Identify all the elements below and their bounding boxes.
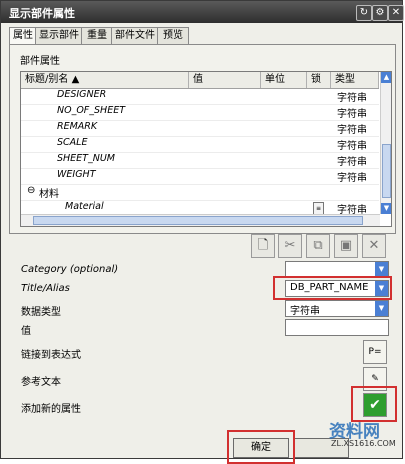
group-title: 部件属性	[20, 56, 60, 67]
reference-text-label: 参考文本	[21, 377, 61, 388]
h-scroll-thumb[interactable]	[33, 216, 363, 225]
row-type: 字符串	[337, 157, 367, 168]
tab-attributes[interactable]: 属性	[9, 27, 37, 45]
vertical-scrollbar[interactable]: ▲ ▼	[380, 72, 391, 214]
table-row[interactable]: SCALE 字符串	[21, 136, 379, 153]
collapse-icon[interactable]: ⊖	[27, 185, 35, 196]
tab-preview[interactable]: 预览	[157, 27, 189, 44]
row-type: 字符串	[337, 93, 367, 104]
value-input[interactable]	[285, 319, 389, 336]
highlight-box	[227, 430, 295, 464]
link-expression-label: 链接到表达式	[21, 350, 81, 361]
table-header: 标题/别名 ▲ 值 单位 锁 类型	[21, 72, 379, 89]
table-row[interactable]: REMARK 字符串	[21, 120, 379, 137]
part-attributes-dialog: 显示部件属性 ↻ ⚙ ✕ 属性 显示部件 重量 部件文件 预览 部件属性 标题/…	[0, 0, 404, 464]
copy-icon[interactable]: ⧉	[306, 234, 330, 258]
column-header-value[interactable]: 值	[189, 72, 261, 88]
row-title: WEIGHT	[57, 169, 96, 180]
column-header-type[interactable]: 类型	[331, 72, 379, 88]
row-title: DESIGNER	[57, 89, 107, 100]
table-row[interactable]: WEIGHT 字符串	[21, 168, 379, 185]
highlight-box	[273, 276, 392, 300]
scroll-up-icon[interactable]: ▲	[381, 72, 391, 83]
column-header-lock[interactable]: 锁	[307, 72, 331, 88]
chevron-down-icon[interactable]: ▼	[375, 262, 388, 277]
row-type: 字符串	[337, 173, 367, 184]
close-icon[interactable]: ✕	[388, 5, 404, 21]
gear-icon[interactable]: ⚙	[372, 5, 388, 21]
row-title: SHEET_NUM	[57, 153, 115, 164]
row-title: REMARK	[57, 121, 98, 132]
watermark-url: ZL.XS1616.COM	[331, 439, 396, 448]
value-label: 值	[21, 326, 31, 337]
scroll-thumb[interactable]	[382, 144, 391, 198]
column-header-title[interactable]: 标题/别名 ▲	[21, 72, 189, 88]
horizontal-scrollbar[interactable]	[21, 214, 380, 226]
window-title: 显示部件属性	[9, 7, 75, 20]
row-type: 字符串	[337, 141, 367, 152]
column-header-unit[interactable]: 单位	[261, 72, 307, 88]
new-attribute-icon[interactable]: 🗋	[251, 234, 275, 258]
delete-icon[interactable]: ✕	[362, 234, 386, 258]
paste-icon[interactable]: ▣	[334, 234, 358, 258]
expression-icon[interactable]: P=	[363, 340, 387, 364]
row-title: SCALE	[57, 137, 88, 148]
data-type-select[interactable]: 字符串 ▼	[285, 300, 389, 317]
attributes-table: 标题/别名 ▲ 值 单位 锁 类型 DESIGNER 字符串 NO_OF_SHE…	[20, 71, 392, 227]
tab-part-file[interactable]: 部件文件	[111, 27, 159, 44]
add-attribute-label: 添加新的属性	[21, 404, 81, 415]
row-title: NO_OF_SHEET	[57, 105, 126, 116]
category-row[interactable]: ⊖ 材料	[21, 184, 379, 201]
category-label: Category (optional)	[21, 264, 119, 275]
row-title: Material	[65, 201, 104, 212]
title-bar: 显示部件属性 ↻ ⚙ ✕	[1, 1, 404, 23]
cut-icon[interactable]: ✂	[278, 234, 302, 258]
sort-ascending-icon: ▲	[71, 74, 80, 85]
reset-icon[interactable]: ↻	[356, 5, 372, 21]
attributes-panel: 部件属性 标题/别名 ▲ 值 单位 锁 类型 DESIGNER 字符串 NO_O…	[9, 44, 396, 234]
table-row[interactable]: DESIGNER 字符串	[21, 88, 379, 105]
tab-weight[interactable]: 重量	[81, 27, 113, 44]
table-row[interactable]: NO_OF_SHEET 字符串	[21, 104, 379, 121]
table-row[interactable]: SHEET_NUM 字符串	[21, 152, 379, 169]
category-label: 材料	[39, 189, 59, 200]
chevron-down-icon[interactable]: ▼	[375, 301, 388, 316]
title-alias-label: Title/Alias	[21, 283, 70, 294]
tab-display-part[interactable]: 显示部件	[35, 27, 83, 44]
scroll-down-icon[interactable]: ▼	[381, 203, 391, 214]
row-type: 字符串	[337, 125, 367, 136]
row-type: 字符串	[337, 109, 367, 120]
data-type-label: 数据类型	[21, 307, 61, 318]
